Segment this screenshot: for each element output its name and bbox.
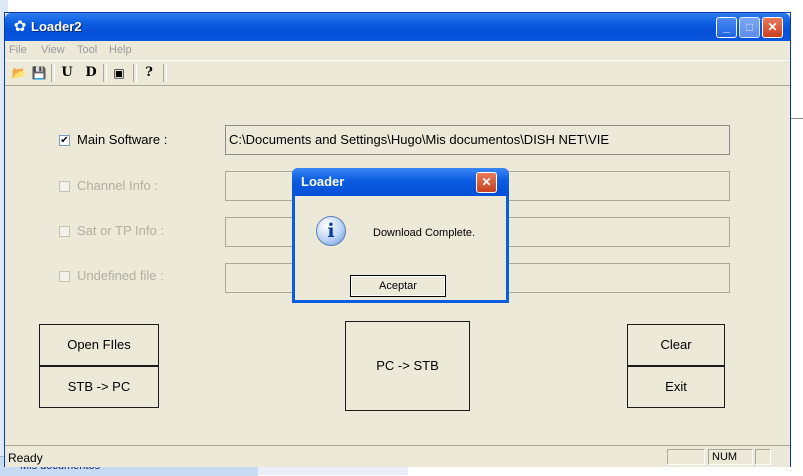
- download-d-icon[interactable]: D: [83, 65, 99, 81]
- num-lock-indicator: NUM: [708, 449, 753, 465]
- menu-view[interactable]: View: [41, 44, 65, 56]
- status-cell-empty: [667, 449, 705, 465]
- pc-to-stb-button[interactable]: PC -> STB: [345, 321, 470, 411]
- undefined-file-checkbox[interactable]: [59, 271, 70, 282]
- info-icon: i: [316, 216, 346, 246]
- image-icon[interactable]: ▣: [111, 65, 127, 81]
- main-software-checkbox[interactable]: ✔: [59, 135, 70, 146]
- toolbar-separator: [163, 64, 167, 82]
- desktop-divider: [790, 118, 803, 119]
- dialog-title: Loader: [301, 174, 345, 189]
- menu-help[interactable]: Help: [109, 44, 132, 56]
- dialog-message: Download Complete.: [373, 227, 476, 239]
- stb-to-pc-button[interactable]: STB -> PC: [39, 366, 159, 408]
- status-bar: Ready NUM: [5, 445, 790, 467]
- menu-file[interactable]: File: [9, 44, 27, 56]
- close-button[interactable]: ✕: [762, 17, 783, 38]
- menu-bar: File View Tool Help: [5, 41, 790, 59]
- channel-info-checkbox[interactable]: [59, 181, 70, 192]
- save-icon[interactable]: 💾: [31, 65, 47, 81]
- clear-button[interactable]: Clear: [627, 324, 725, 366]
- toolbar: 📂 💾 U D ▣ ?: [5, 60, 790, 86]
- upload-u-icon[interactable]: U: [59, 65, 75, 81]
- menu-tool[interactable]: Tool: [77, 44, 97, 56]
- main-software-path-field[interactable]: C:\Documents and Settings\Hugo\Mis docum…: [225, 125, 730, 155]
- sat-tp-info-checkbox[interactable]: [59, 226, 70, 237]
- channel-info-label: Channel Info :: [77, 178, 158, 193]
- download-complete-dialog: Loader ✕ i Download Complete. Aceptar: [292, 168, 509, 303]
- open-files-button[interactable]: Open FIles: [39, 324, 159, 366]
- maximize-button[interactable]: □: [739, 17, 760, 38]
- status-cell-small: [755, 449, 771, 465]
- toolbar-separator: [133, 64, 137, 82]
- open-folder-icon[interactable]: 📂: [11, 65, 27, 81]
- exit-button[interactable]: Exit: [627, 366, 725, 408]
- dialog-close-button[interactable]: ✕: [476, 172, 497, 193]
- accept-button[interactable]: Aceptar: [350, 275, 446, 297]
- toolbar-separator: [103, 64, 107, 82]
- window-title: Loader2: [31, 19, 82, 34]
- dialog-title-bar[interactable]: Loader ✕: [292, 168, 509, 196]
- main-software-label: Main Software :: [77, 132, 168, 147]
- sat-tp-info-label: Sat or TP Info :: [77, 223, 164, 238]
- app-icon: ✿: [13, 18, 27, 35]
- help-question-icon[interactable]: ?: [141, 65, 157, 81]
- status-text: Ready: [8, 451, 43, 465]
- title-bar[interactable]: ✿ Loader2 _ □ ✕: [5, 13, 790, 41]
- undefined-file-label: Undefined file :: [77, 268, 164, 283]
- toolbar-separator: [51, 64, 55, 82]
- minimize-button[interactable]: _: [716, 17, 737, 38]
